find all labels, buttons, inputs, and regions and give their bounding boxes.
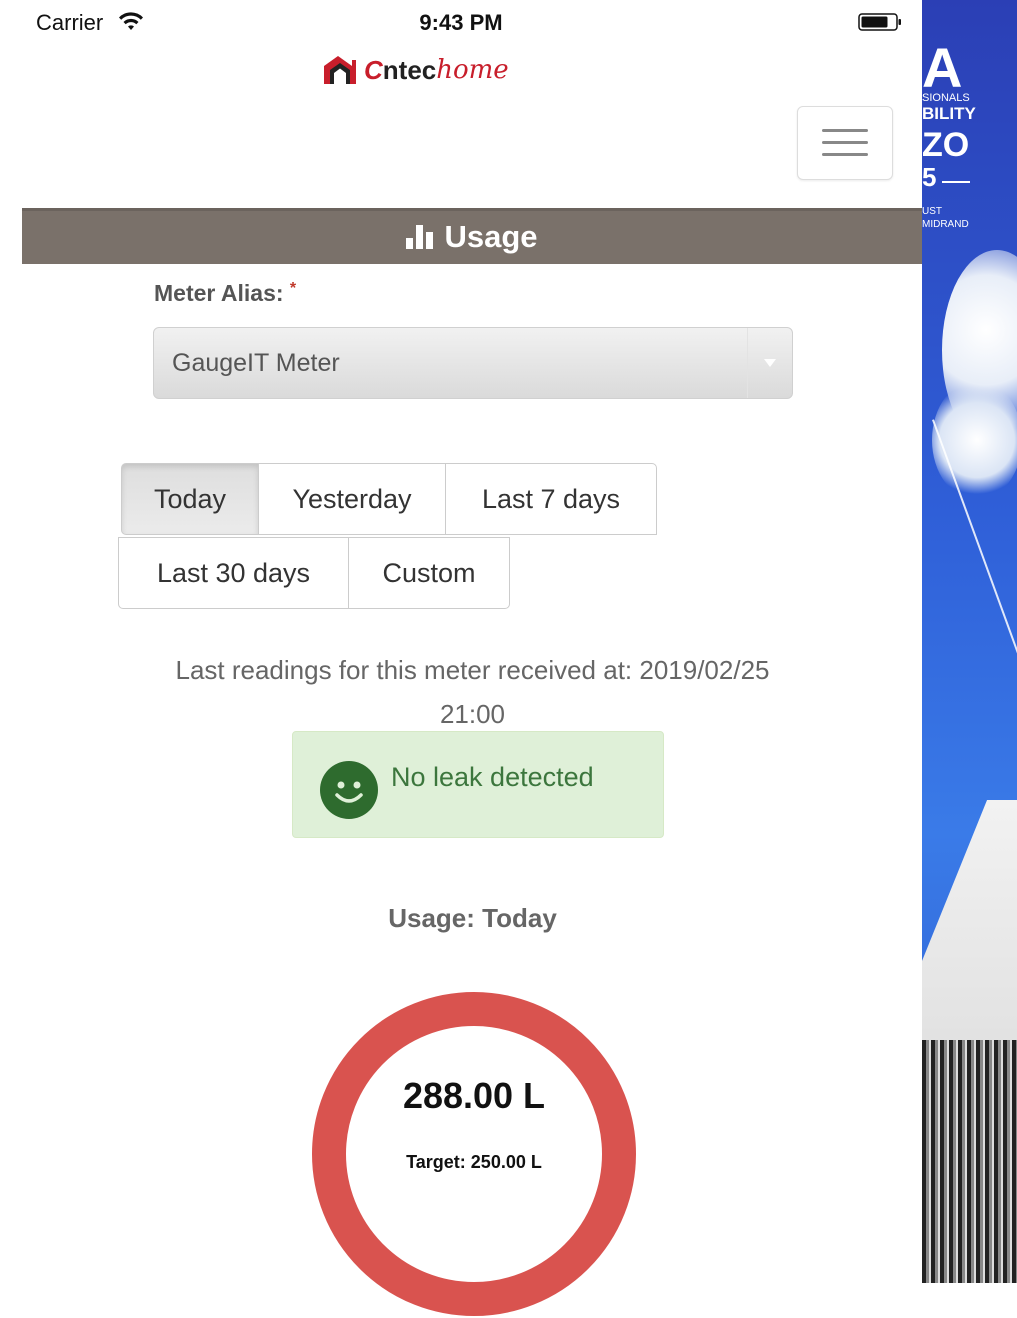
hamburger-icon-line (822, 141, 868, 144)
meter-alias-value: GaugeIT Meter (172, 349, 340, 377)
leak-status-text: No leak detected (391, 762, 594, 792)
section-title-wrap: Usage (22, 219, 922, 255)
range-yesterday-button[interactable]: Yesterday (258, 463, 446, 535)
battery-icon (858, 13, 901, 31)
background-banner: A SIONALS BILITY ZO 5 UST MIDRAND (922, 0, 1017, 1283)
usage-value: 288.00 L (402, 1075, 546, 1116)
banner-text-4: 5 (922, 162, 937, 192)
banner-text-2: BILITY (922, 104, 976, 123)
menu-button[interactable] (797, 106, 893, 180)
range-last-7-days-button[interactable]: Last 7 days (445, 463, 657, 535)
banner-building-image (922, 1040, 1017, 1283)
last-reading-text: Last readings for this meter received at… (175, 655, 770, 729)
banner-text-5: UST (922, 206, 942, 217)
range-today-button[interactable]: Today (121, 463, 259, 535)
brand-script: home (436, 55, 509, 85)
smiley-icon (320, 761, 378, 819)
banner-text-1: SIONALS (922, 92, 970, 104)
banner-text-3: ZO (922, 126, 970, 164)
section-header: Usage (22, 208, 922, 264)
range-last-30-days-button[interactable]: Last 30 days (118, 537, 349, 609)
banner-text-6: MIDRAND (922, 219, 969, 230)
clock: 9:43 PM (419, 10, 503, 35)
required-marker: * (289, 280, 297, 297)
meter-alias-select[interactable]: GaugeIT Meter (153, 327, 793, 399)
status-bar: Carrier 9:43 PM (0, 0, 922, 48)
meter-alias-label: Meter Alias: * (154, 280, 297, 306)
hamburger-icon-line (822, 153, 868, 156)
chevron-down-icon (747, 328, 792, 398)
usage-target: Target: 250.00 L (406, 1152, 542, 1172)
banner-dash (942, 181, 970, 183)
phone-screen: Carrier 9:43 PM Cntec home Usage Meter A… (0, 0, 922, 1316)
brand-logo: Cntec home (322, 50, 509, 90)
hamburger-icon-line (822, 129, 868, 132)
range-custom-button[interactable]: Custom (348, 537, 510, 609)
section-title: Usage (444, 219, 538, 254)
usage-heading: Usage: Today (388, 903, 557, 933)
brand-name: Cntec (364, 54, 437, 85)
house-logo-icon (324, 56, 356, 84)
banner-cloud (932, 380, 1017, 500)
bar-chart-icon (406, 224, 434, 249)
leak-status-alert: No leak detected (292, 731, 664, 838)
banner-letter: A (922, 36, 963, 99)
